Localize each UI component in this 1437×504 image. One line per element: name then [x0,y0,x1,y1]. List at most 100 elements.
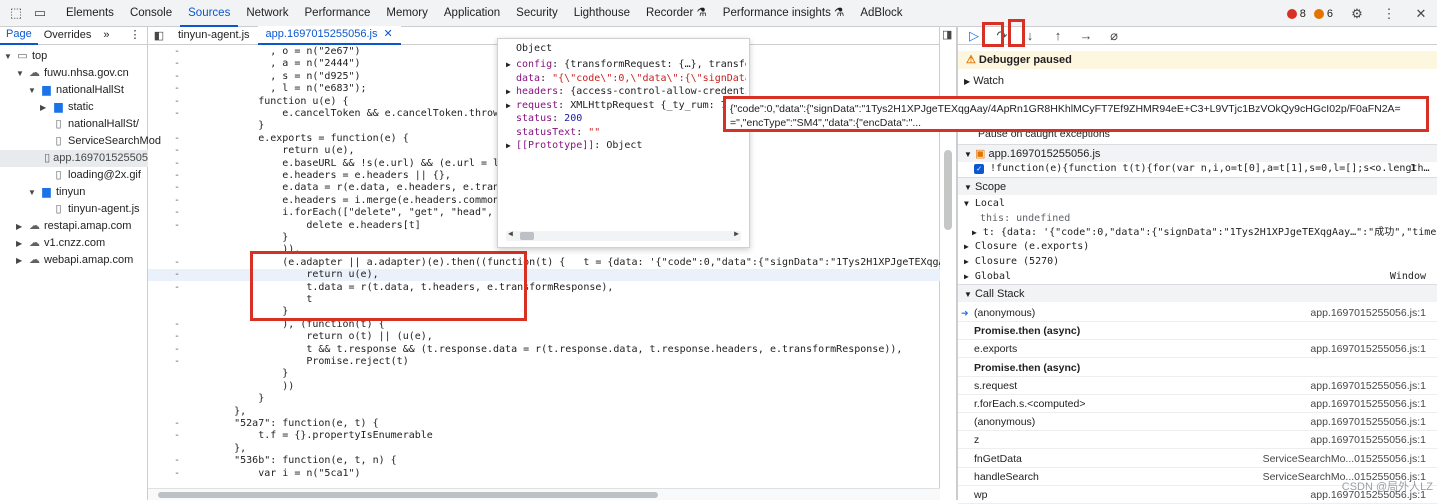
line-gutter[interactable]: - [174,158,180,170]
code-line[interactable]: }, [148,443,940,455]
collapsed-arrow-icon[interactable]: ▶ [40,99,49,116]
frame-location[interactable]: app.1697015255056.js:1 [1310,431,1426,449]
toggle-debugger-icon[interactable]: ◨ [942,28,952,41]
popover-property[interactable]: statusText: "" [506,126,746,140]
expand-arrow-icon[interactable]: ▶ [506,85,516,99]
expanded-arrow-icon[interactable]: ▼ [16,65,25,82]
expanded-arrow-icon[interactable]: ▼ [4,48,13,65]
tree-item[interactable]: ▯tinyun-agent.js [0,201,140,218]
step-out-icon[interactable]: ↑ [1050,28,1066,44]
panel-tab-console[interactable]: Console [122,0,180,27]
debugger-scrollbar[interactable] [944,150,952,230]
popover-property[interactable]: status: 200 [506,112,746,126]
call-frame[interactable]: (anonymous)app.1697015255056.js:1 [958,413,1437,431]
line-gutter[interactable]: - [174,269,180,281]
more-tabs-icon[interactable]: » [97,27,115,44]
collapsed-arrow-icon[interactable]: ▶ [16,235,25,252]
line-gutter[interactable]: - [174,455,180,467]
code-line[interactable]: } [148,393,940,405]
deactivate-breakpoints-icon[interactable]: ⌀ [1106,28,1122,44]
code-line[interactable]: )) [148,381,940,393]
line-gutter[interactable]: - [174,71,180,83]
navigator-menu-icon[interactable]: ⋮ [124,27,147,44]
line-gutter[interactable]: - [174,282,180,294]
line-gutter[interactable]: - [174,182,180,194]
breakpoint-row[interactable]: ✓ !function(e){function t(t){for(var n,i… [958,160,1437,178]
step-icon[interactable]: → [1078,28,1094,44]
line-gutter[interactable]: - [174,83,180,95]
scroll-thumb[interactable] [158,492,658,498]
tab-page[interactable]: Page [0,26,38,45]
line-gutter[interactable]: - [174,468,180,480]
code-line[interactable]: - var i = n("5ca1") [148,468,940,480]
line-gutter[interactable]: - [174,46,180,58]
scope-section[interactable]: ▼ Scope [958,177,1437,195]
popover-property[interactable]: data: "{\"code\":0,\"data\":{\"signData\… [506,72,746,86]
tree-item[interactable]: ▼▆nationalHallSt [0,82,124,99]
line-gutter[interactable]: - [174,58,180,70]
tree-item[interactable]: ▶▆static [0,99,94,116]
panel-tab-elements[interactable]: Elements [58,0,122,27]
line-gutter[interactable]: - [174,96,180,108]
frame-location[interactable]: app.1697015255056.js:1 [1310,304,1426,322]
tree-item[interactable]: ▼▆tinyun [0,184,85,201]
call-stack-section[interactable]: ▼ Call Stack [958,284,1437,302]
checkbox-icon[interactable]: ✓ [974,164,984,174]
code-line[interactable]: }, [148,406,940,418]
expand-arrow-icon[interactable]: ▶ [506,58,516,72]
line-gutter[interactable]: - [174,108,180,120]
scroll-right-icon[interactable]: ▶ [734,229,739,238]
line-gutter[interactable]: - [174,207,180,219]
panel-tab-application[interactable]: Application [436,0,508,27]
editor-tab-tinyun-agent[interactable]: tinyun-agent.js [170,27,258,44]
tree-item[interactable]: ▯nationalHallSt/ [0,116,139,133]
collapsed-arrow-icon[interactable]: ▶ [16,252,25,269]
line-gutter[interactable]: - [174,344,180,356]
line-gutter[interactable]: - [174,418,180,430]
panel-tab-security[interactable]: Security [508,0,566,27]
panel-tab-sources[interactable]: Sources [180,0,238,27]
inspect-element-icon[interactable]: ⬚ [8,5,24,21]
tree-item[interactable]: ▼▭top [0,48,47,65]
device-toolbar-icon[interactable]: ▭ [32,5,48,21]
panel-tab-memory[interactable]: Memory [378,0,436,27]
editor-tab-app[interactable]: app.1697015255056.js✕ [258,26,401,45]
resume-icon[interactable]: ▷ [966,28,982,44]
line-gutter[interactable]: - [174,133,180,145]
panel-tab-performance[interactable]: Performance [297,0,379,27]
panel-tab-recorder[interactable]: Recorder ⚗ [638,0,715,27]
popover-property[interactable]: ▶config: {transformRequest: {…}, transfo… [506,58,746,72]
line-gutter[interactable]: - [174,145,180,157]
code-line[interactable]: - "52a7": function(e, t) { [148,418,940,430]
line-gutter[interactable]: - [174,195,180,207]
tree-item[interactable]: ▯loading@2x.gif [0,167,141,184]
expanded-arrow-icon[interactable]: ▼ [28,184,37,201]
watch-section[interactable]: ▶ Watch [958,72,1437,90]
code-line[interactable]: - t.f = {}.propertyIsEnumerable [148,430,940,442]
close-icon[interactable]: ✕ [1413,6,1429,22]
popover-scroll-thumb[interactable] [520,232,534,240]
call-frame[interactable]: r.forEach.s.<computed>app.1697015255056.… [958,395,1437,413]
close-tab-icon[interactable]: ✕ [384,26,393,43]
tree-item[interactable]: ▶☁webapi.amap.com [0,252,133,269]
horizontal-scrollbar[interactable] [148,488,940,500]
popover-property[interactable]: ▶[[Prototype]]: Object [506,139,746,153]
line-gutter[interactable]: - [174,331,180,343]
frame-location[interactable]: app.1697015255056.js:1 [1310,413,1426,431]
line-gutter[interactable]: - [174,319,180,331]
line-gutter[interactable]: - [174,430,180,442]
popover-property[interactable]: ▶request: XMLHttpRequest {_ty_rum: 7, [506,99,746,113]
scroll-left-icon[interactable]: ◀ [508,229,513,238]
frame-location[interactable]: ServiceSearchMo...015255056.js:1 [1263,450,1426,468]
frame-location[interactable]: app.1697015255056.js:1 [1310,395,1426,413]
call-frame[interactable]: zapp.1697015255056.js:1 [958,431,1437,449]
panel-tab-performance-insights[interactable]: Performance insights ⚗ [715,0,853,27]
tree-item[interactable]: ▯ServiceSearchMod [0,133,161,150]
code-line[interactable]: - t && t.response && (t.response.data = … [148,344,940,356]
gear-icon[interactable]: ⚙ [1349,6,1365,22]
panel-tab-adblock[interactable]: AdBlock [852,0,910,27]
expand-arrow-icon[interactable]: ▶ [506,99,516,113]
code-line[interactable]: - return o(t) || (u(e), [148,331,940,343]
toggle-navigator-icon[interactable]: ◧ [148,29,170,42]
line-gutter[interactable]: - [174,170,180,182]
